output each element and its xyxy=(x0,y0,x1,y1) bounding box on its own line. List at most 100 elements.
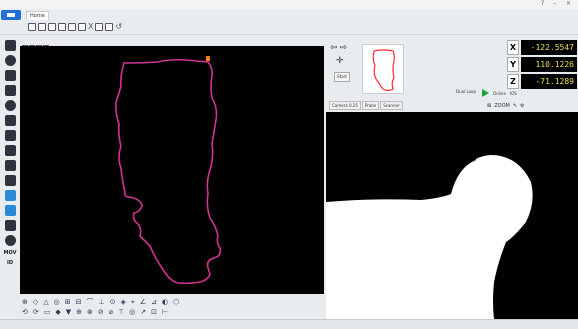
measure-tool-icon[interactable] xyxy=(4,160,16,171)
tool-icon[interactable]: ⊥ xyxy=(99,298,105,306)
tool-icon[interactable]: ⊗ xyxy=(87,308,93,316)
zoom-label[interactable]: ZOOM xyxy=(494,103,510,109)
help-button[interactable]: ? xyxy=(541,0,544,7)
part-thumbnail[interactable] xyxy=(362,44,404,94)
shape-icon[interactable] xyxy=(58,23,66,31)
layer-icon[interactable] xyxy=(95,23,104,31)
part-name-label: Dual Loop xyxy=(456,89,477,94)
zoom-tool-icon[interactable] xyxy=(4,85,16,96)
arrow-right-icon[interactable]: ⇨ xyxy=(340,44,348,53)
tool-icon[interactable]: ◎ xyxy=(54,298,60,306)
tool-icon[interactable]: ◇ xyxy=(33,298,38,306)
ios-label[interactable]: IOS xyxy=(510,91,517,96)
tool-icon[interactable]: ⊢ xyxy=(162,308,168,316)
axis-value-y: 110.1226 xyxy=(521,57,577,72)
settings-tool-icon[interactable] xyxy=(4,220,16,231)
minimize-button[interactable]: – xyxy=(553,0,556,7)
line-tool-icon[interactable] xyxy=(4,40,16,51)
search-icon[interactable] xyxy=(78,23,86,31)
bottom-toolbar-2: ⟲ ⟳ ▭ ◆ ▼ ⊕ ⊗ ⊘ ⌀ ⊤ ◎ ↗ ⊡ ⊢ xyxy=(22,307,322,316)
table-icon[interactable] xyxy=(38,23,46,31)
drawing-canvas[interactable] xyxy=(20,46,324,294)
camera-image xyxy=(326,155,533,319)
edit-icon[interactable] xyxy=(68,23,76,31)
title-bar xyxy=(0,0,578,9)
canvas-header xyxy=(22,36,322,51)
tool-icon[interactable]: ⊡ xyxy=(151,308,157,316)
part-outline xyxy=(115,56,222,285)
tab-scanner[interactable]: Scanner xyxy=(380,101,403,110)
dro-row-x: X -122.5547 xyxy=(507,40,577,55)
delete-icon[interactable]: X xyxy=(88,23,93,31)
status-bar xyxy=(0,319,578,329)
tool-icon[interactable]: ⟲ xyxy=(22,308,28,316)
brush-icon[interactable]: ✎ xyxy=(513,103,517,109)
file-menu-button[interactable] xyxy=(1,10,21,20)
tool-icon[interactable]: ⊘ xyxy=(98,308,104,316)
camera-view[interactable] xyxy=(326,112,578,319)
quick-access-toolbar: X ↺ xyxy=(28,22,122,32)
tool-icon[interactable]: ▼ xyxy=(66,308,71,316)
tool-icon[interactable]: ⊕ xyxy=(22,298,28,306)
axis-value-z: -71.1289 xyxy=(521,74,577,89)
arrow-left-icon[interactable]: ⇦ xyxy=(330,44,338,53)
tool-icon[interactable]: ◐ xyxy=(162,298,168,306)
triangle-tool-icon[interactable] xyxy=(4,130,16,141)
tool-icon[interactable]: ⊞ xyxy=(65,298,71,306)
list-icon[interactable] xyxy=(48,23,56,31)
id-label[interactable]: ID xyxy=(7,260,13,266)
tool-icon[interactable]: ↗ xyxy=(140,308,146,316)
tool-icon[interactable]: ⊤ xyxy=(118,308,124,316)
tool-icon[interactable]: ⌒ xyxy=(87,298,94,306)
tool-icon[interactable]: △ xyxy=(43,298,48,306)
tool-icon[interactable]: ◆ xyxy=(55,308,60,316)
grid-tool-icon[interactable] xyxy=(4,175,16,186)
circle-tool-icon[interactable] xyxy=(4,55,16,66)
run-controls: Online IOS xyxy=(482,89,517,97)
grid-icon[interactable] xyxy=(28,23,36,31)
start-button[interactable]: Start xyxy=(334,72,350,82)
camera-tool-icon[interactable] xyxy=(4,205,16,216)
close-button[interactable]: × xyxy=(566,0,571,7)
play-icon[interactable] xyxy=(482,89,489,97)
tool-icon[interactable]: ⌖ xyxy=(131,298,135,306)
dro-row-z: Z -71.1289 xyxy=(507,74,577,89)
arc-tool-icon[interactable] xyxy=(4,70,16,81)
axis-label-y[interactable]: Y xyxy=(507,57,519,72)
refresh-icon[interactable]: ↺ xyxy=(115,23,122,31)
fill-tool-icon[interactable] xyxy=(4,115,16,126)
copy-icon[interactable] xyxy=(105,23,114,31)
compass-icon[interactable]: ✛ xyxy=(336,56,344,66)
zoom-controls: ⊠ ZOOM ✎ ⚙ xyxy=(487,103,525,109)
pen-tool-icon[interactable] xyxy=(4,145,16,156)
move-label[interactable]: MOV xyxy=(4,250,17,256)
tab-2[interactable] xyxy=(52,11,58,20)
tool-icon[interactable]: ⊕ xyxy=(76,308,82,316)
axis-label-x[interactable]: X xyxy=(507,40,519,55)
nav-arrows: ⇦ ⇨ xyxy=(330,44,347,53)
axis-label-z[interactable]: Z xyxy=(507,74,519,89)
online-label[interactable]: Online xyxy=(493,91,506,96)
tool-icon[interactable]: ⊿ xyxy=(151,298,157,306)
dro-readout: X -122.5547 Y 110.1226 Z -71.1289 xyxy=(507,38,577,94)
tool-icon[interactable]: ⬡ xyxy=(173,298,179,306)
settings-icon[interactable]: ⚙ xyxy=(520,103,524,109)
tool-icon[interactable]: ◎ xyxy=(129,308,135,316)
left-toolbar: MOV ID xyxy=(1,36,19,296)
point-tool-icon[interactable] xyxy=(4,100,16,111)
tool-icon[interactable]: ⟳ xyxy=(33,308,39,316)
tab-3[interactable] xyxy=(68,11,74,20)
tool-icon[interactable]: ▭ xyxy=(44,308,51,316)
bottom-toolbar-1: ⊕ ◇ △ ◎ ⊞ ⊟ ⌒ ⊥ ⊙ ◈ ⌖ ∠ ⊿ ◐ ⬡ xyxy=(22,297,322,306)
target-tool-icon[interactable] xyxy=(4,235,16,246)
tool-icon[interactable]: ◈ xyxy=(121,298,126,306)
tool-icon[interactable]: ⌀ xyxy=(109,308,113,316)
tab-camera[interactable]: Camera 0.25 xyxy=(329,101,361,110)
tool-icon[interactable]: ⊙ xyxy=(110,298,116,306)
tool-icon[interactable]: ∠ xyxy=(140,298,146,306)
zoom-icon[interactable]: ⊠ xyxy=(487,103,491,109)
tab-home[interactable]: Home xyxy=(26,11,49,20)
tool-icon[interactable]: ⊟ xyxy=(76,298,82,306)
tab-probe[interactable]: Probe xyxy=(361,101,380,110)
select-tool-icon[interactable] xyxy=(4,190,16,201)
